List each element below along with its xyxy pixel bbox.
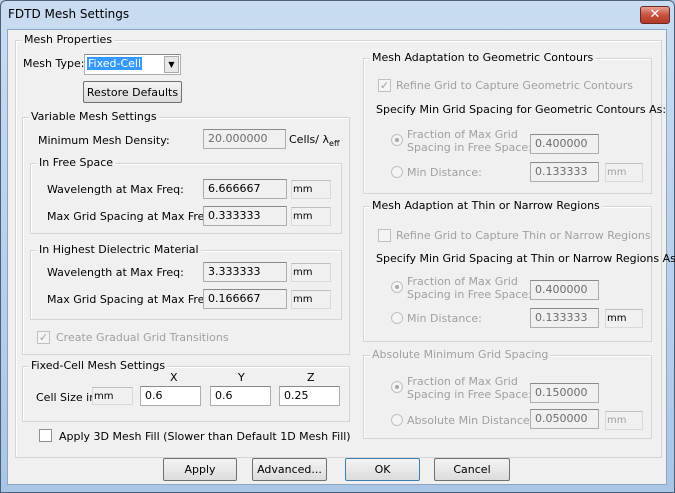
diel-wavelength-field[interactable]: 3.333333 xyxy=(203,262,287,282)
label-line: Spacing in Free Space: xyxy=(407,388,532,401)
geometric-refine-checkbox[interactable]: ✓ xyxy=(378,79,391,92)
cell-size-label: Cell Size in xyxy=(36,391,97,404)
close-icon: ✕ xyxy=(649,7,661,22)
label-line: Spacing in Free Space: xyxy=(407,141,532,154)
label-line: Fraction of Max Grid xyxy=(407,375,518,388)
geometric-fraction-field[interactable]: 0.400000 xyxy=(530,134,599,154)
thin-min-unit: mm xyxy=(605,309,643,328)
diel-spacing-unit: mm xyxy=(291,290,331,309)
free-wavelength-field[interactable]: 6.666667 xyxy=(203,179,287,199)
absolute-min-unit: mm xyxy=(605,411,643,430)
z-label: Z xyxy=(307,371,315,384)
thin-min-field[interactable]: 0.133333 xyxy=(530,308,599,328)
cells-unit-label: Cells/ λeff xyxy=(289,133,339,148)
absolute-min-label: Absolute Min Distance: xyxy=(407,414,534,427)
thin-min-radio[interactable] xyxy=(391,312,403,324)
min-density-label: Minimum Mesh Density: xyxy=(38,134,170,147)
thin-fraction-field[interactable]: 0.400000 xyxy=(530,280,599,300)
cancel-button[interactable]: Cancel xyxy=(434,458,510,481)
absolute-fraction-label: Fraction of Max Grid Spacing in Free Spac… xyxy=(407,375,532,401)
group-label: Mesh Properties xyxy=(22,33,115,46)
cells-unit-sub: eff xyxy=(329,139,340,149)
free-wavelength-label: Wavelength at Max Freq: xyxy=(47,183,184,196)
group-label: Mesh Adaption at Thin or Narrow Regions xyxy=(370,199,602,212)
restore-defaults-button[interactable]: Restore Defaults xyxy=(83,81,182,103)
mesh-type-dropdown[interactable]: Fixed-Cell ▼ xyxy=(84,54,181,75)
mesh-fill-label: Apply 3D Mesh Fill (Slower than Default … xyxy=(59,430,351,443)
geometric-fraction-label: Fraction of Max Grid Spacing in Free Spac… xyxy=(407,128,532,154)
window-title: FDTD Mesh Settings xyxy=(8,7,130,21)
label-line: Fraction of Max Grid xyxy=(407,128,518,141)
absolute-min-radio[interactable] xyxy=(391,414,403,426)
advanced-button[interactable]: Advanced... xyxy=(252,458,327,481)
min-density-field[interactable]: 20.000000 xyxy=(203,129,286,149)
group-label: Fixed-Cell Mesh Settings xyxy=(29,359,168,372)
thin-refine-label: Refine Grid to Capture Thin or Narrow Re… xyxy=(396,229,651,242)
diel-wavelength-label: Wavelength at Max Freq: xyxy=(47,266,184,279)
free-wavelength-unit: mm xyxy=(291,180,331,199)
thin-fraction-radio[interactable] xyxy=(391,281,403,293)
geometric-specify-label: Specify Min Grid Spacing for Geometric C… xyxy=(376,103,667,116)
thin-specify-label: Specify Min Grid Spacing at Thin or Narr… xyxy=(376,252,675,265)
group-label: Mesh Adaptation to Geometric Contours xyxy=(370,51,596,64)
group-label: Absolute Minimum Grid Spacing xyxy=(370,348,551,361)
gradual-transitions-label: Create Gradual Grid Transitions xyxy=(56,331,229,344)
group-label: In Highest Dielectric Material xyxy=(37,243,201,256)
y-label: Y xyxy=(238,371,245,384)
geometric-fraction-radio[interactable] xyxy=(391,134,403,146)
geometric-min-unit: mm xyxy=(605,163,643,182)
chevron-down-icon[interactable]: ▼ xyxy=(164,56,179,73)
thin-refine-checkbox[interactable] xyxy=(378,229,391,242)
cell-size-x-field[interactable]: 0.6 xyxy=(140,386,201,406)
label-line: Spacing in Free Space: xyxy=(407,288,532,301)
dielectric-group: In Highest Dielectric Material xyxy=(30,243,342,320)
geometric-min-radio[interactable] xyxy=(391,166,403,178)
diel-spacing-field[interactable]: 0.166667 xyxy=(203,289,287,309)
free-spacing-field[interactable]: 0.333333 xyxy=(203,206,287,226)
thin-min-label: Min Distance: xyxy=(407,312,482,325)
cell-size-unit: mm xyxy=(92,387,133,405)
geometric-min-label: Min Distance: xyxy=(407,166,482,179)
x-label: X xyxy=(170,371,178,384)
cells-unit: Cells/ λ xyxy=(289,133,330,146)
free-spacing-unit: mm xyxy=(291,207,331,226)
mesh-fill-checkbox[interactable] xyxy=(39,429,52,442)
cell-size-y-field[interactable]: 0.6 xyxy=(210,386,271,406)
free-spacing-label: Max Grid Spacing at Max Freq: xyxy=(47,210,216,223)
close-button[interactable]: ✕ xyxy=(640,6,670,24)
geometric-min-field[interactable]: 0.133333 xyxy=(530,162,599,182)
cell-size-z-field[interactable]: 0.25 xyxy=(279,386,340,406)
mesh-type-value: Fixed-Cell xyxy=(87,57,143,70)
mesh-type-label: Mesh Type: xyxy=(23,57,85,70)
group-label: Variable Mesh Settings xyxy=(29,110,159,123)
diel-spacing-label: Max Grid Spacing at Max Freq: xyxy=(47,293,216,306)
thin-fraction-label: Fraction of Max Grid Spacing in Free Spac… xyxy=(407,275,532,301)
ok-button[interactable]: OK xyxy=(345,458,420,481)
gradual-transitions-checkbox[interactable]: ✓ xyxy=(37,331,50,344)
geometric-refine-label: Refine Grid to Capture Geometric Contour… xyxy=(396,79,634,92)
absolute-min-field[interactable]: 0.050000 xyxy=(530,409,599,429)
apply-button[interactable]: Apply xyxy=(163,458,237,481)
absolute-fraction-field[interactable]: 0.150000 xyxy=(530,383,599,403)
label-line: Fraction of Max Grid xyxy=(407,275,518,288)
absolute-fraction-radio[interactable] xyxy=(391,381,403,393)
diel-wavelength-unit: mm xyxy=(291,263,331,282)
group-label: In Free Space xyxy=(37,156,116,169)
